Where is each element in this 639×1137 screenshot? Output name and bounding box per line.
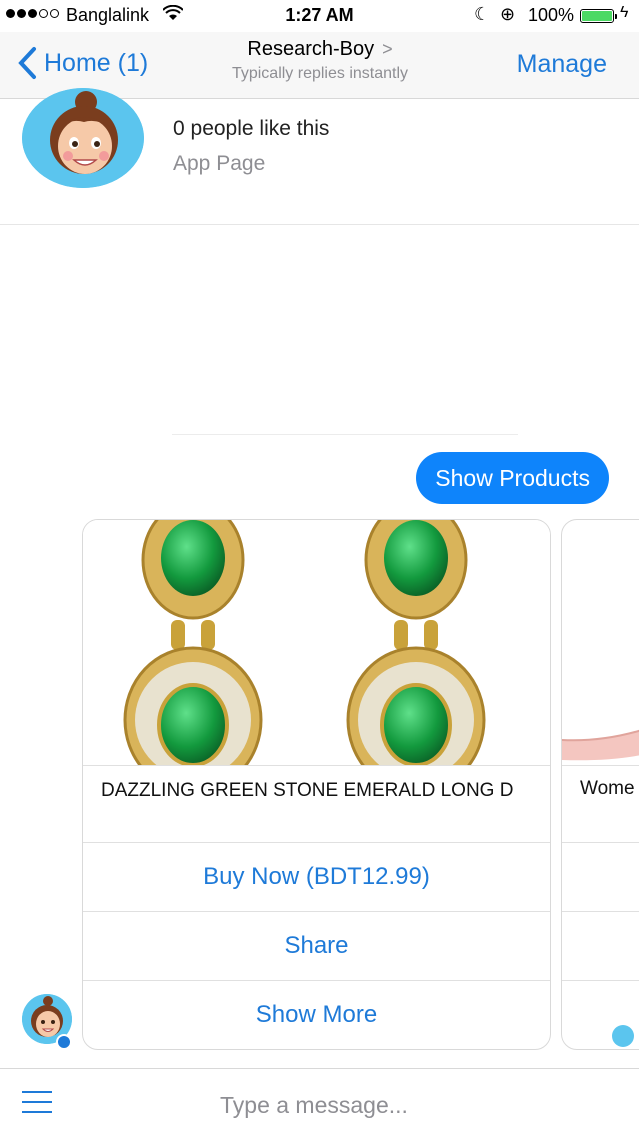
divider	[172, 434, 518, 435]
divider	[562, 765, 639, 766]
chevron-left-icon	[18, 47, 36, 79]
page-likes: 0 people like this	[173, 117, 330, 140]
charging-icon: ϟ	[620, 4, 629, 21]
divider	[562, 911, 639, 912]
back-button[interactable]: Home (1)	[16, 46, 148, 80]
share-button[interactable]: Share	[83, 911, 550, 980]
cartoon-girl-avatar-icon	[22, 88, 144, 188]
divider	[83, 765, 550, 766]
menu-icon[interactable]	[22, 1091, 52, 1115]
reply-status: Typically replies instantly	[231, 65, 409, 82]
battery-percentage: 100%	[528, 5, 575, 25]
orientation-lock-icon: ⊕	[500, 4, 516, 24]
conversation-title[interactable]: Research-Boy > Typically replies instantl…	[150, 38, 490, 83]
manage-button[interactable]: Manage	[517, 50, 607, 79]
product-title: DAZZLING GREEN STONE EMERALD LONG D	[101, 780, 514, 801]
sender-avatar	[612, 1025, 634, 1047]
chevron-right-icon: >	[382, 39, 393, 59]
product-image[interactable]	[83, 520, 550, 794]
show-more-button[interactable]: Show More	[83, 980, 550, 1049]
buy-now-button[interactable]: Buy Now (BDT12.99)	[83, 842, 550, 911]
status-bar: Banglalink 1:27 AM ☾ ⊕ 100% ϟ	[0, 0, 639, 32]
page-type: App Page	[173, 152, 266, 175]
do-not-disturb-icon: ☾	[474, 4, 491, 24]
page-avatar[interactable]	[22, 88, 144, 188]
sent-message-bubble[interactable]: Show Products	[416, 452, 609, 504]
back-label: Home (1)	[44, 48, 149, 77]
page-title: Research-Boy	[247, 38, 375, 60]
sandal-image	[562, 729, 639, 761]
verified-badge-icon	[56, 1034, 72, 1050]
divider	[562, 980, 639, 981]
product-card[interactable]: Wome	[561, 519, 639, 1050]
product-title: Wome	[580, 778, 635, 799]
emerald-earrings-image	[123, 520, 486, 794]
divider	[0, 224, 639, 225]
divider	[562, 842, 639, 843]
product-card[interactable]: DAZZLING GREEN STONE EMERALD LONG D Buy …	[82, 519, 551, 1050]
message-input[interactable]	[218, 1089, 602, 1121]
message-composer	[0, 1068, 639, 1137]
battery-icon	[580, 9, 617, 23]
